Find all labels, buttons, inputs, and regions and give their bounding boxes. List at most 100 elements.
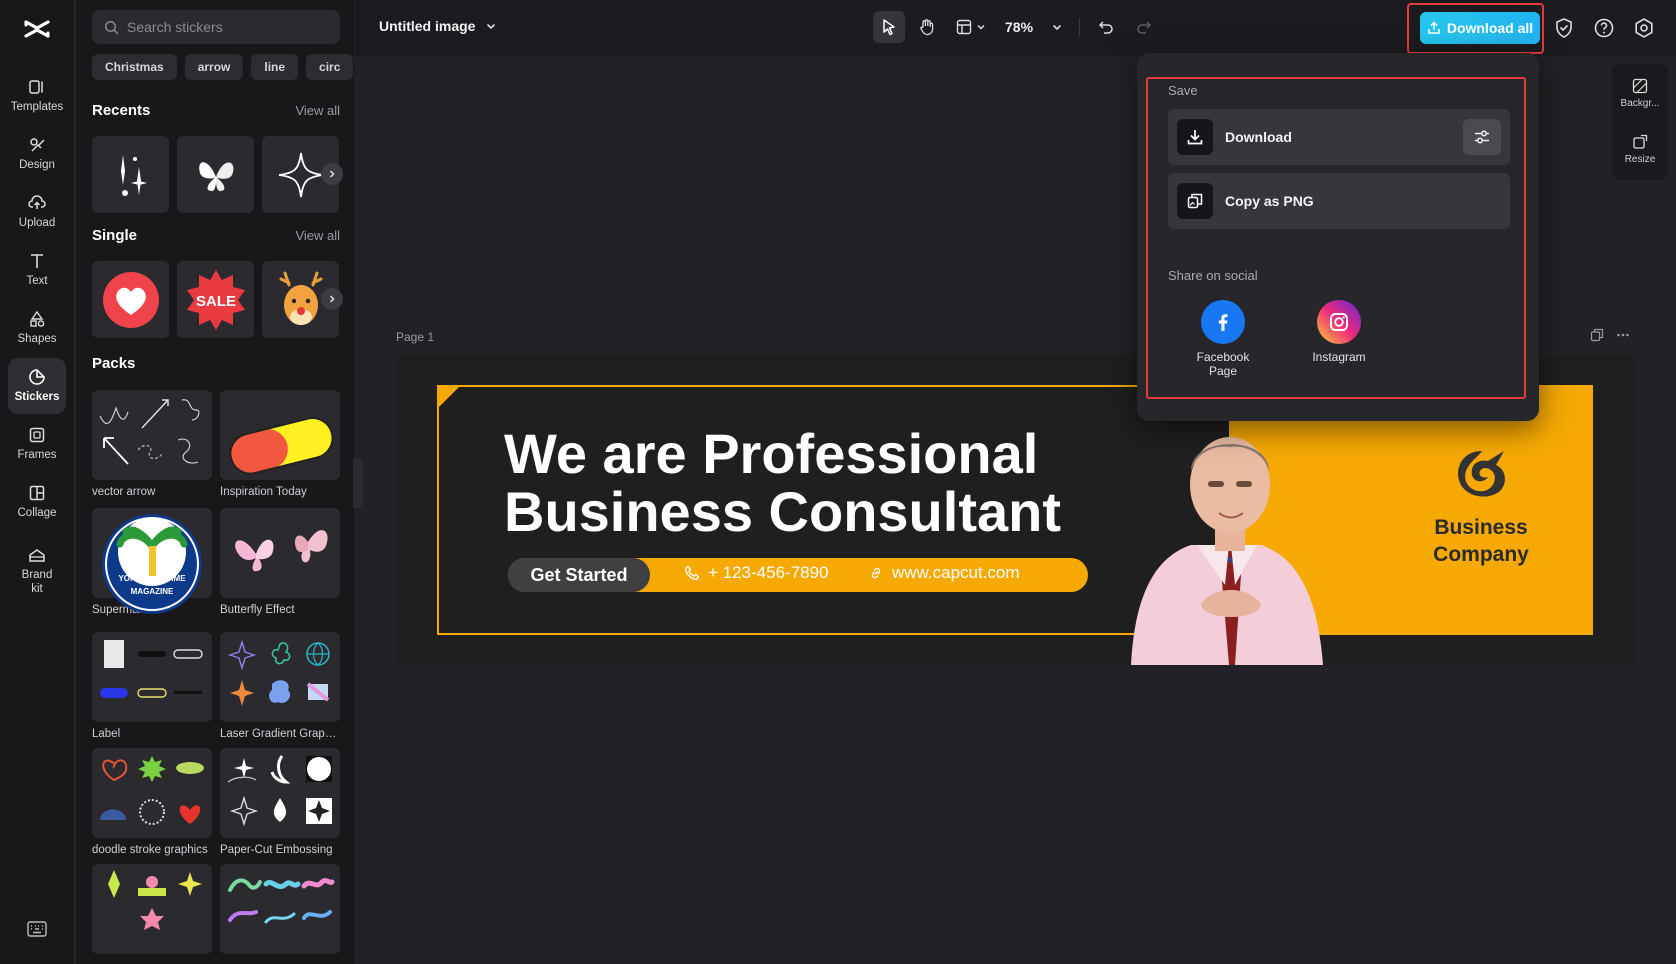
sliders-icon [1473, 128, 1491, 146]
pack-card[interactable] [92, 864, 212, 954]
search-input[interactable] [127, 19, 327, 35]
facebook-label-line-2: Page [1178, 364, 1268, 378]
undo-button[interactable] [1090, 11, 1122, 43]
single-view-all-link[interactable]: View all [295, 228, 340, 243]
vector-arrows-icon [92, 390, 212, 480]
pack-name: doodle stroke graphics [92, 844, 212, 856]
copy-as-png-option[interactable]: Copy as PNG [1168, 173, 1510, 229]
recents-next-button[interactable] [321, 163, 343, 185]
chip-line[interactable]: line [251, 54, 298, 80]
zoom-level[interactable]: 78% [999, 19, 1039, 35]
help-icon[interactable] [1593, 17, 1615, 39]
pack-name: Butterfly Effect [220, 604, 340, 616]
magazine-text-the: THE [124, 561, 141, 570]
banner-website[interactable]: www.capcut.com [868, 563, 1020, 583]
website-url: www.capcut.com [892, 563, 1020, 583]
rail-item-brand-kit[interactable]: Brand kit [8, 536, 66, 606]
rail-item-stickers[interactable]: Stickers [8, 358, 66, 414]
company-logo[interactable]: Business Company [1406, 445, 1556, 564]
rail-item-text[interactable]: Text [8, 242, 66, 298]
download-settings-button[interactable] [1463, 119, 1501, 155]
pack-card[interactable]: vector arrow [92, 390, 212, 498]
left-rail: Templates Design Upload Text Shapes Stic… [0, 0, 75, 964]
chip-arrow[interactable]: arrow [185, 54, 244, 80]
share-facebook-button[interactable]: Facebook Page [1178, 300, 1268, 378]
pack-card[interactable] [220, 864, 340, 954]
sticker-reindeer[interactable] [262, 261, 339, 338]
background-tool-button[interactable]: Backgr... [1612, 78, 1668, 109]
facebook-label-line-1: Facebook [1178, 350, 1268, 364]
stickers-icon [28, 368, 46, 386]
consultant-photo[interactable] [1111, 385, 1341, 665]
panel-collapse-handle[interactable] [353, 458, 363, 508]
duplicate-page-icon[interactable] [1590, 328, 1604, 342]
rail-item-design[interactable]: Design [8, 126, 66, 182]
rail-item-frames[interactable]: Frames [8, 416, 66, 472]
sticker-search-box[interactable] [92, 10, 340, 44]
text-icon [28, 252, 46, 270]
sticker-heart[interactable] [92, 261, 169, 338]
rail-item-templates[interactable]: Templates [8, 68, 66, 124]
templates-icon [28, 78, 46, 96]
settings-gear-icon[interactable] [1633, 17, 1655, 39]
layout-icon [956, 19, 972, 35]
banner-headline[interactable]: We are Professional Business Consultant [504, 425, 1061, 541]
magazine-text-new: NEW [165, 561, 184, 570]
magazine-text-magazine: MAGAZINE [131, 587, 174, 596]
pack-butterfly-effect-preview [220, 508, 340, 598]
more-options-icon[interactable] [1616, 328, 1630, 342]
layout-menu-button[interactable] [949, 11, 993, 43]
sparkle-lines-sticker-icon [101, 145, 161, 205]
sticker-butterfly[interactable] [177, 136, 254, 213]
collage-icon [28, 484, 46, 502]
chip-christmas[interactable]: Christmas [92, 54, 177, 80]
pack-card[interactable]: doodle stroke graphics [92, 748, 212, 856]
redo-button[interactable] [1128, 11, 1160, 43]
hand-tool-button[interactable] [911, 11, 943, 43]
company-name-line-2: Company [1406, 545, 1556, 564]
capcut-logo-icon[interactable] [22, 14, 52, 44]
resize-icon [1632, 134, 1648, 150]
sticker-sparkle-lines[interactable] [92, 136, 169, 213]
shield-check-icon[interactable] [1553, 17, 1575, 39]
get-started-label[interactable]: Get Started [508, 558, 650, 592]
pack-card[interactable]: Inspiration Today [220, 390, 340, 498]
chip-circle[interactable]: circ [306, 54, 353, 80]
download-label: Download [1225, 129, 1292, 145]
pack-card[interactable]: THE NEW YORK TIME MAGAZINE Supermarket [92, 508, 212, 616]
company-name-line-1: Business [1406, 518, 1556, 537]
sticker-sale[interactable]: SALE [177, 261, 254, 338]
chevron-right-icon [327, 169, 337, 179]
recents-view-all-link[interactable]: View all [295, 103, 340, 118]
pack-card[interactable]: Laser Gradient Graph... [220, 632, 340, 740]
zoom-menu-button[interactable] [1045, 11, 1069, 43]
document-title-menu[interactable]: Untitled image [379, 18, 497, 34]
magazine-text-york: YORK [118, 574, 141, 583]
single-next-button[interactable] [321, 288, 343, 310]
rail-item-collage[interactable]: Collage [8, 474, 66, 530]
phone-icon [684, 565, 700, 581]
magazine-text-time: TIME [166, 574, 186, 583]
pack-card[interactable]: Paper-Cut Embossing [220, 748, 340, 856]
select-tool-button[interactable] [873, 11, 905, 43]
download-option[interactable]: Download [1168, 109, 1510, 165]
rail-item-shapes[interactable]: Shapes [8, 300, 66, 356]
download-icon-box [1177, 119, 1213, 155]
share-instagram-button[interactable]: Instagram [1294, 300, 1384, 364]
pack-card[interactable]: Label [92, 632, 212, 740]
facebook-icon [1201, 300, 1245, 344]
banner-phone[interactable]: + 123-456-7890 [684, 563, 829, 583]
pack-preview-partial [92, 864, 212, 954]
rail-item-upload[interactable]: Upload [8, 184, 66, 240]
pack-name: Laser Gradient Graph... [220, 728, 340, 740]
keyboard-shortcuts-icon[interactable] [27, 921, 47, 937]
resize-tool-button[interactable]: Resize [1612, 134, 1668, 165]
redo-icon [1136, 19, 1152, 35]
upload-cloud-icon [28, 194, 46, 212]
sticker-four-point-star[interactable] [262, 136, 339, 213]
shapes-icon [28, 310, 46, 328]
download-all-button[interactable]: Download all [1420, 12, 1540, 44]
frames-icon [28, 426, 46, 444]
pack-card[interactable]: Butterfly Effect [220, 508, 340, 616]
pack-inspiration-today-preview [220, 390, 340, 480]
